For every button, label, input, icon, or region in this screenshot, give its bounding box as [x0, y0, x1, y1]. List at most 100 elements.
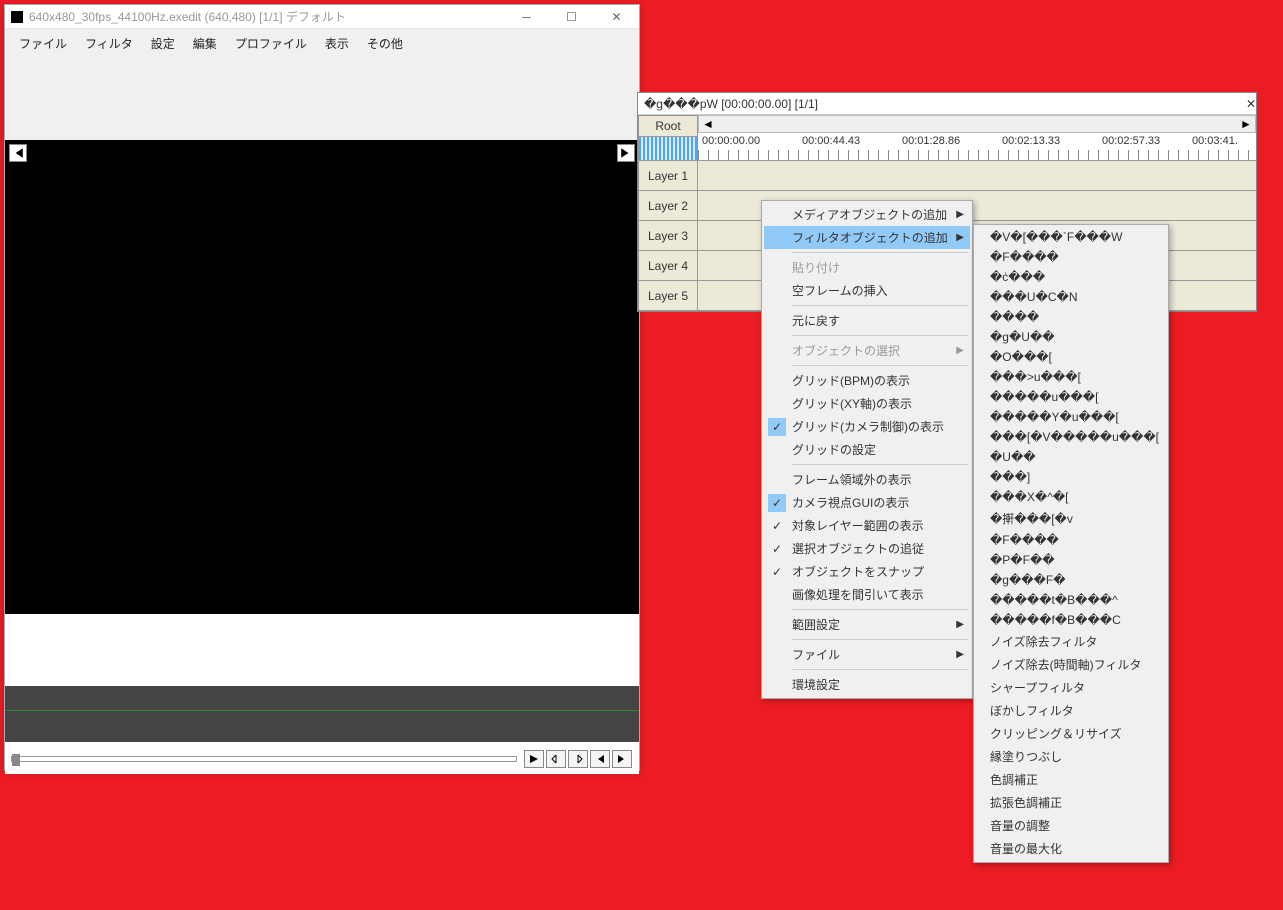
submenu-item[interactable]: ���X�^�[	[976, 487, 1166, 507]
play-button[interactable]	[524, 750, 544, 768]
timeline-scrollbar[interactable]: ◄ ►	[698, 115, 1256, 133]
context-menu-item[interactable]: グリッドの設定	[764, 438, 970, 461]
layer-2[interactable]: Layer 2	[638, 191, 698, 221]
menu-filter[interactable]: フィルタ	[77, 33, 141, 54]
context-menu-item[interactable]: ファイル ▶	[764, 643, 970, 666]
submenu-item[interactable]: �g�U��	[976, 327, 1166, 347]
context-menu-item[interactable]: 空フレームの挿入	[764, 279, 970, 302]
submenu-item[interactable]: �����t�B���^	[976, 590, 1166, 610]
context-menu: メディアオブジェクトの追加▶フィルタオブジェクトの追加▶貼り付け空フレームの挿入…	[761, 200, 973, 699]
menu-item-label: ファイル	[792, 646, 840, 663]
minimize-button[interactable]: ─	[504, 5, 549, 29]
viewer-area	[5, 60, 639, 774]
close-button[interactable]: ✕	[594, 5, 639, 29]
context-menu-item[interactable]: メディアオブジェクトの追加 ▶	[764, 203, 970, 226]
context-menu-item[interactable]: 画像処理を間引いて表示	[764, 583, 970, 606]
menu-item-label: オブジェクトの選択	[792, 342, 900, 359]
submenu-item[interactable]: �V�[���`F���W	[976, 227, 1166, 247]
main-window: 640x480_30fps_44100Hz.exedit (640,480) […	[4, 4, 640, 771]
maximize-button[interactable]: ☐	[549, 5, 594, 29]
submenu-item[interactable]: �ċ���	[976, 267, 1166, 287]
context-menu-item[interactable]: グリッド(XY軸)の表示	[764, 392, 970, 415]
seek-track[interactable]	[11, 756, 517, 762]
check-icon: ✓	[768, 418, 786, 436]
menu-file[interactable]: ファイル	[11, 33, 75, 54]
submenu-item[interactable]: �搟���[�v	[976, 507, 1166, 530]
layer-root[interactable]: Root	[638, 115, 698, 137]
context-menu-item[interactable]: ✓ グリッド(カメラ制御)の表示	[764, 415, 970, 438]
layer-3[interactable]: Layer 3	[638, 221, 698, 251]
submenu-item[interactable]: 拡張色調補正	[976, 791, 1166, 814]
context-menu-item[interactable]: フィルタオブジェクトの追加▶	[764, 226, 970, 249]
submenu-item[interactable]: 音量の調整	[976, 814, 1166, 837]
menu-edit[interactable]: 編集	[185, 33, 225, 54]
submenu-item[interactable]: クリッピング＆リサイズ	[976, 722, 1166, 745]
app-icon	[11, 11, 23, 23]
timeline-close-button[interactable]: ✕	[1246, 97, 1256, 111]
step-fwd-button[interactable]	[568, 750, 588, 768]
submenu-item[interactable]: �P�F��	[976, 550, 1166, 570]
submenu-item[interactable]: �g���F�␳�	[976, 570, 1166, 590]
timeline-ruler[interactable]: 00:00:00.00 00:00:44.43 00:01:28.86 00:0…	[698, 133, 1256, 161]
submenu-item[interactable]: ����	[976, 307, 1166, 327]
prev-frame-button[interactable]	[9, 144, 27, 162]
goto-end-button[interactable]	[612, 750, 632, 768]
submenu-item[interactable]: ノイズ除去フィルタ	[976, 630, 1166, 653]
layer-1[interactable]: Layer 1	[638, 161, 698, 191]
context-menu-item[interactable]: ✓オブジェクトをスナップ	[764, 560, 970, 583]
submenu-item[interactable]: ���U�C�N	[976, 287, 1166, 307]
menu-item-label: フィルタオブジェクトの追加	[792, 229, 948, 246]
layer-5[interactable]: Layer 5	[638, 281, 698, 311]
submenu-item[interactable]: 色調補正	[976, 768, 1166, 791]
submenu-item[interactable]: ���[�V�����u���[	[976, 427, 1166, 447]
submenu-item[interactable]: �F����	[976, 247, 1166, 267]
submenu-item[interactable]: �����Y�u���[	[976, 407, 1166, 427]
menu-item-label: 貼り付け	[792, 259, 840, 276]
menu-item-label: メディアオブジェクトの追加	[792, 206, 947, 223]
menu-item-label: 範囲設定	[792, 616, 840, 633]
submenu-item[interactable]: �F����	[976, 530, 1166, 550]
submenu-item[interactable]: �O���[	[976, 347, 1166, 367]
menu-item-label: グリッド(カメラ制御)の表示	[792, 418, 944, 435]
check-icon: ✓	[768, 494, 786, 512]
menu-item-label: オブジェクトをスナップ	[792, 563, 924, 580]
submenu-item[interactable]: 音量の最大化	[976, 837, 1166, 860]
menu-profile[interactable]: プロファイル	[227, 33, 315, 54]
filmstrip[interactable]	[5, 686, 639, 742]
submenu-item[interactable]: ���>u���[	[976, 367, 1166, 387]
scroll-right-icon[interactable]: ►	[1237, 116, 1255, 132]
menu-view[interactable]: 表示	[317, 33, 357, 54]
next-frame-button[interactable]	[617, 144, 635, 162]
submenu-item[interactable]: ぼかしフィルタ	[976, 699, 1166, 722]
submenu-item[interactable]: 縁塗りつぶし	[976, 745, 1166, 768]
track-row[interactable]	[698, 161, 1256, 191]
menu-other[interactable]: その他	[359, 33, 411, 54]
layer-ruler-indicator	[638, 137, 698, 161]
context-menu-item[interactable]: ✓カメラ視点GUIの表示	[764, 491, 970, 514]
context-menu-item[interactable]: 元に戻す	[764, 309, 970, 332]
layer-list: Root Layer 1 Layer 2 Layer 3 Layer 4 Lay…	[638, 115, 698, 311]
context-menu-item[interactable]: グリッド(BPM)の表示	[764, 369, 970, 392]
playbar	[5, 744, 639, 774]
submenu-item[interactable]: �����u���[	[976, 387, 1166, 407]
submenu-arrow-icon: ▶	[956, 209, 964, 220]
preview-canvas[interactable]	[5, 140, 639, 614]
submenu-arrow-icon: ▶	[956, 649, 964, 660]
scroll-left-icon[interactable]: ◄	[699, 116, 717, 132]
context-menu-item[interactable]: フレーム領域外の表示	[764, 468, 970, 491]
submenu-item[interactable]: ノイズ除去(時間軸)フィルタ	[976, 653, 1166, 676]
window-title: 640x480_30fps_44100Hz.exedit (640,480) […	[29, 8, 504, 25]
submenu-item[interactable]: シャープフィルタ	[976, 676, 1166, 699]
layer-4[interactable]: Layer 4	[638, 251, 698, 281]
step-back-button[interactable]	[546, 750, 566, 768]
submenu-item[interactable]: �����f�B���C	[976, 610, 1166, 630]
context-menu-item[interactable]: 範囲設定▶	[764, 613, 970, 636]
submenu-arrow-icon: ▶	[956, 345, 964, 356]
context-menu-item[interactable]: ✓選択オブジェクトの追従	[764, 537, 970, 560]
submenu-item[interactable]: �U��	[976, 447, 1166, 467]
submenu-item[interactable]: ���]	[976, 467, 1166, 487]
context-menu-item[interactable]: ✓対象レイヤー範囲の表示	[764, 514, 970, 537]
context-menu-item[interactable]: 環境設定	[764, 673, 970, 696]
goto-start-button[interactable]	[590, 750, 610, 768]
menu-settings[interactable]: 設定	[143, 33, 183, 54]
